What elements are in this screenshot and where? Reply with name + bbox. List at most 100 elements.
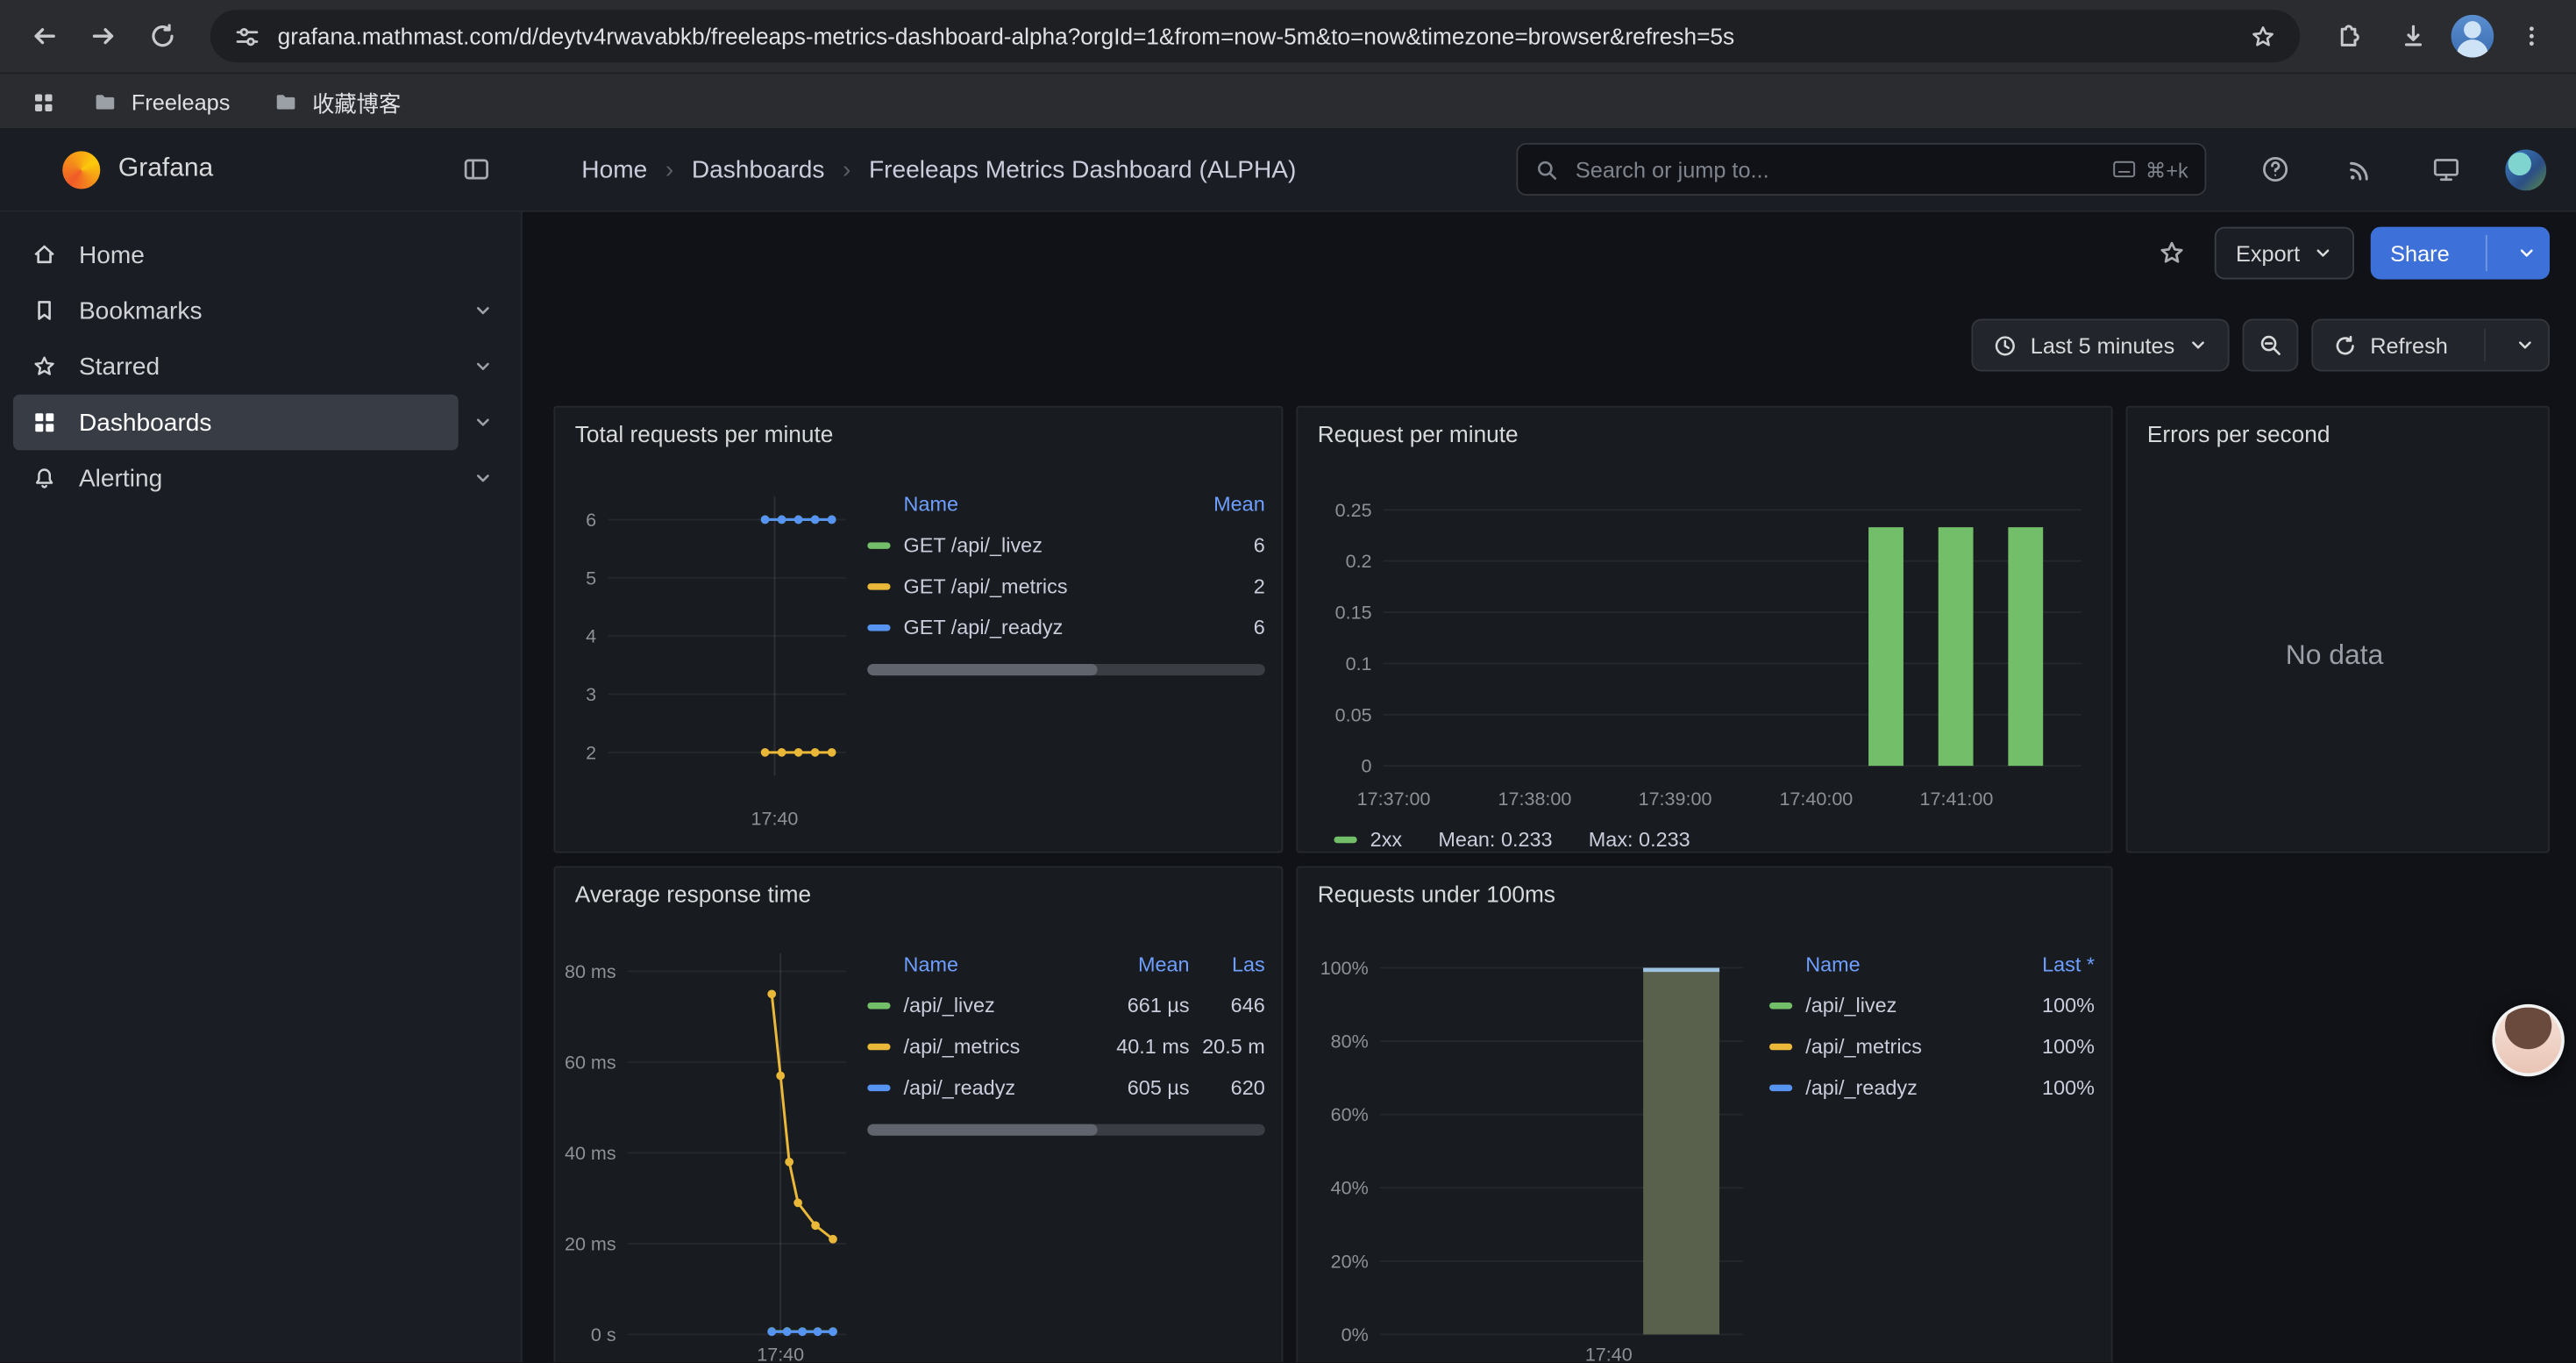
legend-header: Name Mean (867, 483, 1264, 525)
legend-row[interactable]: GET /api/_readyz6 (867, 606, 1264, 647)
panel-title[interactable]: Requests under 100ms (1298, 867, 2110, 920)
legend-row[interactable]: /api/_readyz100% (1769, 1067, 2095, 1108)
legend-row[interactable]: /api/_metrics40.1 ms20.5 m (867, 1025, 1264, 1067)
sidebar-item-alerting[interactable]: Alerting (13, 450, 459, 506)
refresh-interval-chevron[interactable] (2502, 335, 2548, 354)
svg-text:2: 2 (586, 742, 596, 763)
legend-col-header[interactable]: Name (867, 953, 1081, 975)
legend-series-name: GET /api/_metrics (867, 574, 1183, 597)
share-button[interactable]: Share (2371, 227, 2550, 280)
downloads-button[interactable] (2386, 8, 2442, 64)
news-rss-button[interactable] (2335, 143, 2387, 196)
star-outline-icon (2157, 239, 2187, 268)
bookmark-label: 收藏博客 (312, 85, 401, 118)
panel-title[interactable]: Request per minute (1298, 408, 2110, 460)
expand-chevron[interactable] (459, 357, 508, 376)
time-range-picker[interactable]: Last 5 minutes (1971, 318, 2229, 371)
panel-body: 00.050.10.150.20.2517:37:0017:38:0017:39… (1298, 460, 2110, 852)
legend-row[interactable]: GET /api/_metrics2 (867, 566, 1264, 607)
legend-col-header[interactable]: Last * (2012, 953, 2095, 975)
back-button[interactable] (17, 8, 73, 64)
grafana-logo[interactable] (62, 150, 100, 188)
refresh-button[interactable]: Refresh (2311, 318, 2550, 371)
scrollbar-thumb[interactable] (867, 1124, 1098, 1136)
site-settings-icon[interactable] (233, 22, 261, 50)
sidebar-item-home[interactable]: Home (13, 227, 508, 283)
legend-row[interactable]: /api/_livez100% (1769, 984, 2095, 1025)
legend-series-name: /api/_livez (867, 994, 1081, 1017)
legend-col-header[interactable]: Mean (1192, 492, 1264, 515)
legend-col-header[interactable]: Name (1769, 953, 2003, 975)
favorite-star-button[interactable] (2145, 227, 2198, 280)
series-swatch (867, 1043, 890, 1049)
legend-series[interactable]: 2xx (1334, 828, 1402, 851)
expand-chevron[interactable] (459, 412, 508, 432)
panel-title[interactable]: Errors per second (2127, 408, 2548, 460)
panel-body: 2345617:40NameMeanGET /api/_livez6GET /a… (555, 460, 1281, 852)
share-menu-chevron[interactable] (2504, 243, 2550, 262)
sidebar-item-bookmarks[interactable]: Bookmarks (13, 282, 459, 339)
panel-body: 0%20%40%60%80%100%17:40NameLast */api/_l… (1298, 920, 2110, 1362)
legend-value: 20.5 m (1199, 1034, 1265, 1057)
sidebar-toggle-button[interactable] (450, 143, 502, 196)
legend-series-name: /api/_metrics (1769, 1034, 2003, 1057)
chevron-down-icon (473, 412, 493, 432)
refresh-icon (2332, 332, 2357, 357)
legend-scrollbar[interactable] (867, 664, 1264, 675)
url-text[interactable]: grafana.mathmast.com/d/deytv4rwavabkb/fr… (278, 23, 2233, 49)
tv-mode-button[interactable] (2420, 143, 2473, 196)
chevron-down-icon (473, 468, 493, 488)
help-button[interactable] (2249, 143, 2302, 196)
zoom-out-button[interactable] (2242, 318, 2298, 371)
legend-col-header[interactable]: Name (867, 492, 1183, 515)
series-label: 2xx (1370, 828, 1402, 851)
legend-row[interactable]: /api/_metrics100% (1769, 1025, 2095, 1067)
search-box[interactable]: ⌘+k (1516, 143, 2206, 196)
panel-title[interactable]: Average response time (555, 867, 1281, 920)
series-label: /api/_metrics (904, 1034, 1021, 1057)
sidebar-item-starred[interactable]: Starred (13, 339, 459, 395)
sidebar-item-dashboards[interactable]: Dashboards (13, 395, 459, 451)
panel-title[interactable]: Total requests per minute (555, 408, 1281, 460)
bookmark-freeleaps[interactable]: Freeleaps (75, 82, 246, 122)
assistant-avatar-widget[interactable] (2492, 1004, 2564, 1076)
extensions-button[interactable] (2320, 8, 2376, 64)
reload-button[interactable] (135, 8, 191, 64)
breadcrumb: Home › Dashboards › Freeleaps Metrics Da… (581, 155, 1296, 183)
legend-row[interactable]: GET /api/_livez6 (867, 525, 1264, 566)
refresh-action[interactable]: Refresh (2313, 332, 2468, 357)
legend-scrollbar[interactable] (867, 1124, 1264, 1136)
address-bar[interactable]: grafana.mathmast.com/d/deytv4rwavabkb/fr… (210, 10, 2300, 62)
sidebar-item-label: Bookmarks (79, 296, 203, 325)
expand-chevron[interactable] (459, 301, 508, 320)
share-label[interactable]: Share (2371, 240, 2469, 265)
legend-col-header[interactable]: Las (1199, 953, 1265, 975)
panel-5: Requests under 100ms0%20%40%60%80%100%17… (1296, 866, 2112, 1362)
legend-row[interactable]: /api/_readyz605 µs620 (867, 1067, 1264, 1108)
breadcrumb-separator: › (843, 155, 850, 183)
profile-avatar[interactable] (2451, 15, 2494, 58)
bookmark-blog-folder[interactable]: 收藏博客 (256, 79, 417, 125)
apps-grid-button[interactable] (19, 79, 65, 125)
expand-chevron[interactable] (459, 468, 508, 488)
breadcrumb-home[interactable]: Home (581, 155, 647, 183)
chevron-down-icon (2516, 335, 2535, 354)
search-input[interactable] (1572, 155, 2099, 183)
breadcrumb-dashboards[interactable]: Dashboards (692, 155, 825, 183)
bookmark-star-icon[interactable] (2249, 22, 2277, 50)
svg-text:17:40: 17:40 (1585, 1344, 1633, 1362)
legend-row[interactable]: /api/_livez661 µs646 (867, 984, 1264, 1025)
series-label: /api/_readyz (1805, 1075, 1918, 1098)
folder-icon (273, 89, 299, 115)
forward-button[interactable] (75, 8, 132, 64)
legend-series-name: /api/_readyz (1769, 1075, 2003, 1098)
menu-button[interactable] (2504, 8, 2560, 64)
svg-text:0 s: 0 s (591, 1324, 616, 1345)
scrollbar-thumb[interactable] (867, 664, 1098, 675)
legend-col-header[interactable]: Mean (1091, 953, 1189, 975)
export-button[interactable]: Export (2215, 227, 2354, 280)
user-avatar[interactable] (2505, 149, 2546, 190)
chevron-down-icon (2517, 243, 2537, 262)
bookmark-label: Freeleaps (132, 89, 231, 114)
svg-text:17:41:00: 17:41:00 (1920, 789, 1994, 810)
